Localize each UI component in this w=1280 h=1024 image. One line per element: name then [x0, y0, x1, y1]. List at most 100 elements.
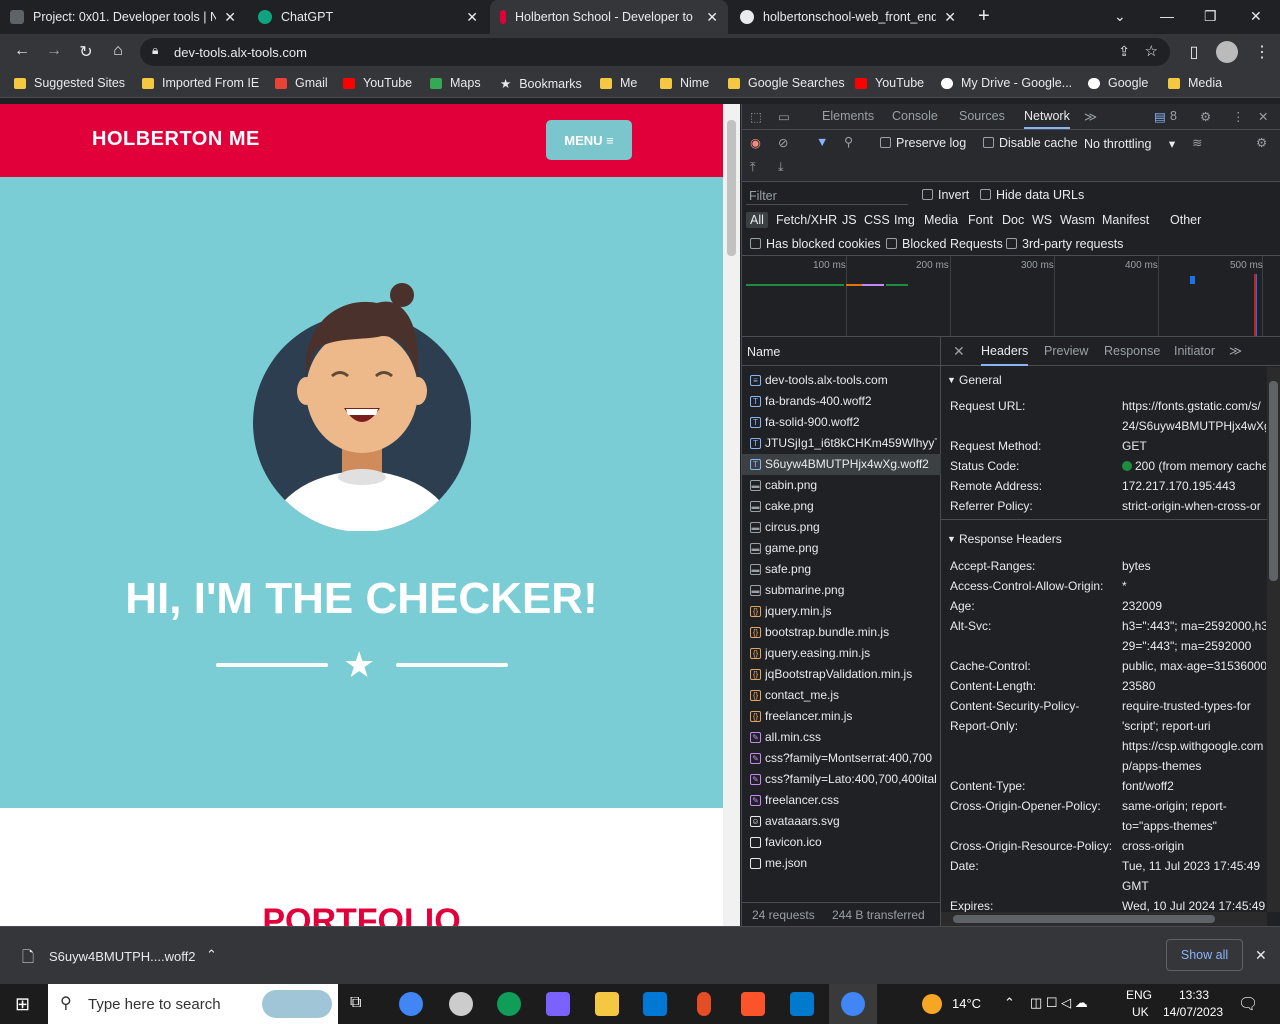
scrollbar-thumb[interactable]	[953, 915, 1215, 923]
header-value[interactable]: to="apps-themes"	[1122, 819, 1266, 833]
menu-dots-icon[interactable]: ⋮	[1252, 42, 1272, 62]
checkbox[interactable]	[1006, 238, 1017, 249]
app-icon[interactable]	[449, 992, 473, 1016]
hide-data-urls-checkbox[interactable]: Hide data URLs	[980, 188, 1084, 202]
search-icon[interactable]: ⚲	[844, 134, 853, 149]
request-row[interactable]: ▬ circus.png	[742, 517, 941, 538]
throttling-select[interactable]: No throttling ▾	[1084, 136, 1175, 151]
new-tab-button[interactable]: +	[978, 5, 990, 28]
store-icon[interactable]	[643, 992, 667, 1016]
request-name[interactable]: favicon.ico	[765, 835, 937, 849]
header-value[interactable]: strict-origin-when-cross-or	[1122, 499, 1266, 513]
address-bar[interactable]: 🔒︎ dev-tools.alx-tools.com ⇪ ☆	[140, 38, 1170, 66]
request-row[interactable]: Tfa-brands-400.woff2	[742, 391, 941, 412]
bookmark-item[interactable]: Gmail	[275, 76, 328, 90]
bookmark-item[interactable]: Nime	[660, 76, 709, 90]
header-value[interactable]: 'script'; report-uri	[1122, 719, 1266, 733]
download-filename[interactable]: S6uyw4BMUTPH....woff2	[49, 949, 195, 964]
header-value[interactable]: https://fonts.gstatic.com/s/	[1122, 399, 1266, 413]
clock-date[interactable]: 14/07/2023	[1163, 1005, 1223, 1019]
close-devtools-icon[interactable]: ✕	[1258, 109, 1268, 124]
request-name[interactable]: submarine.png	[765, 583, 937, 597]
preserve-log-checkbox[interactable]: Preserve log	[880, 136, 966, 150]
chrome-icon[interactable]	[399, 992, 423, 1016]
edge-icon[interactable]	[497, 992, 521, 1016]
back-icon[interactable]: ←	[12, 42, 32, 60]
issues-icon[interactable]: ▤	[1154, 109, 1166, 124]
request-row[interactable]: ▬ game.png	[742, 538, 941, 559]
menu-button[interactable]: MENU ≡	[546, 120, 632, 160]
header-value[interactable]: cross-origin	[1122, 839, 1266, 853]
request-row[interactable]: Tfa-solid-900.woff2	[742, 412, 941, 433]
network-overview[interactable]: 100 ms 200 ms 300 ms 400 ms 500 ms	[742, 256, 1280, 337]
panel-console[interactable]: Console	[892, 109, 938, 123]
panel-elements[interactable]: Elements	[822, 109, 874, 123]
close-tab-icon[interactable]: ✕	[944, 9, 956, 26]
tab-preview[interactable]: Preview	[1044, 344, 1088, 358]
details-scrollbar[interactable]	[1267, 367, 1280, 912]
side-panel-icon[interactable]: ▯	[1184, 42, 1204, 62]
inspect-icon[interactable]: ⬚	[750, 109, 762, 124]
header-value[interactable]: Tue, 11 Jul 2023 17:45:49	[1122, 859, 1266, 873]
request-name[interactable]: freelancer.css	[765, 793, 937, 807]
request-row[interactable]: ✎ css?family=Montserrat:400,700	[742, 748, 941, 769]
tab-holberton[interactable]: Holberton School - Developer to ✕	[490, 0, 728, 34]
header-value[interactable]: p/apps-themes	[1122, 759, 1266, 773]
header-value[interactable]: GMT	[1122, 879, 1266, 893]
panel-sources[interactable]: Sources	[959, 109, 1005, 123]
header-value[interactable]: public, max-age=31536000	[1122, 659, 1266, 673]
request-name[interactable]: me.json	[765, 856, 937, 870]
header-value[interactable]: bytes	[1122, 559, 1266, 573]
third-party-checkbox[interactable]: 3rd-party requests	[1006, 237, 1123, 251]
bookmark-item[interactable]: My Drive - Google...	[941, 76, 1072, 90]
request-row[interactable]: {} contact_me.js	[742, 685, 941, 706]
request-name[interactable]: bootstrap.bundle.min.js	[765, 625, 937, 639]
url-text[interactable]: dev-tools.alx-tools.com	[174, 45, 307, 60]
request-row[interactable]: {} jqBootstrapValidation.min.js	[742, 664, 941, 685]
request-row[interactable]: {} bootstrap.bundle.min.js	[742, 622, 941, 643]
request-name[interactable]: all.min.css	[765, 730, 937, 744]
header-value[interactable]: 200 (from memory cache	[1122, 459, 1266, 473]
tab-initiator[interactable]: Initiator	[1174, 344, 1215, 358]
request-row[interactable]: {} freelancer.min.js	[742, 706, 941, 727]
request-name[interactable]: fa-brands-400.woff2	[765, 394, 937, 408]
header-value[interactable]: *	[1122, 579, 1266, 593]
clock-time[interactable]: 13:33	[1179, 988, 1209, 1002]
horizontal-scrollbar[interactable]	[941, 912, 1267, 926]
type-filter[interactable]: Manifest	[1102, 213, 1149, 227]
chrome-icon[interactable]	[841, 992, 865, 1016]
type-filter[interactable]: CSS	[864, 213, 890, 227]
header-value[interactable]: 232009	[1122, 599, 1266, 613]
weather-icon[interactable]	[922, 994, 942, 1014]
header-value[interactable]: https://csp.withgoogle.com	[1122, 739, 1266, 753]
task-view-icon[interactable]: ⧉	[350, 994, 361, 1012]
request-row[interactable]: me.json	[742, 853, 941, 874]
forward-icon[interactable]: →	[44, 42, 64, 60]
import-har-icon[interactable]: ⤒	[750, 160, 756, 175]
type-filter[interactable]: Wasm	[1060, 213, 1095, 227]
taskbar-search-input[interactable]: ⚲ Type here to search	[48, 984, 338, 1024]
request-name[interactable]: contact_me.js	[765, 688, 937, 702]
file-explorer-icon[interactable]	[595, 992, 619, 1016]
header-value[interactable]: same-origin; report-	[1122, 799, 1266, 813]
type-filter[interactable]: WS	[1032, 213, 1052, 227]
request-row[interactable]: T S6uyw4BMUTPHjx4wXg.woff2	[742, 454, 941, 475]
bookmark-item[interactable]: Google Searches	[728, 76, 845, 90]
request-name[interactable]: avataaars.svg	[765, 814, 937, 828]
close-tab-icon[interactable]: ✕	[706, 9, 718, 26]
checkbox[interactable]	[983, 137, 994, 148]
request-row[interactable]: ▬ cabin.png	[742, 475, 941, 496]
bookmark-item[interactable]: ★ Bookmarks	[500, 76, 582, 92]
more-panels-icon[interactable]: ≫	[1084, 109, 1097, 124]
bookmark-item[interactable]: YouTube	[855, 76, 924, 90]
close-window-button[interactable]: ✕	[1250, 8, 1262, 25]
brave-icon[interactable]	[741, 992, 765, 1016]
network-conditions-icon[interactable]: ≋	[1192, 135, 1202, 150]
header-value[interactable]: 29=":443"; ma=2592000	[1122, 639, 1266, 653]
profile-avatar[interactable]	[1216, 41, 1238, 63]
network-settings-icon[interactable]: ⚙	[1256, 135, 1267, 150]
request-name[interactable]: jqBootstrapValidation.min.js	[765, 667, 937, 681]
type-filter-all[interactable]: All	[746, 212, 768, 228]
weather-temp[interactable]: 14°C	[952, 996, 981, 1011]
header-value[interactable]: 23580	[1122, 679, 1266, 693]
